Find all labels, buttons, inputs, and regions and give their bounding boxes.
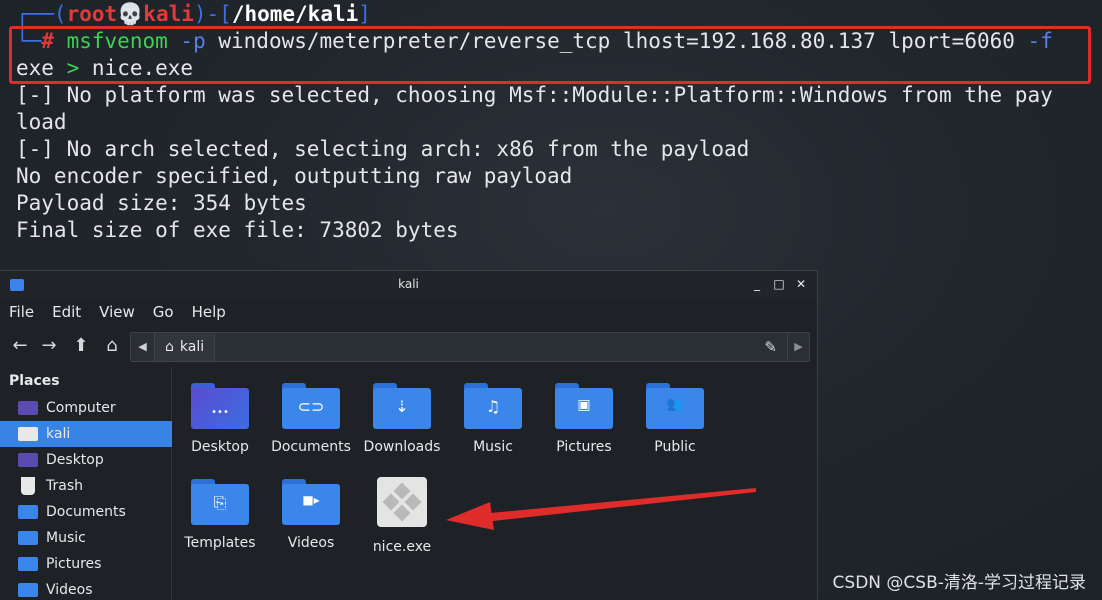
forward-arrow-icon[interactable]: → <box>38 335 60 357</box>
public-folder-icon: 👥 <box>646 383 704 429</box>
home-icon: ⌂ <box>165 339 174 355</box>
terminal-output-line: [-] No arch selected, selecting arch: x8… <box>16 137 750 161</box>
sidebar-item-trash[interactable]: Trash <box>0 473 172 499</box>
trash-icon <box>21 477 35 495</box>
sidebar-item-music[interactable]: Music <box>0 525 172 551</box>
command-highlight-box <box>9 26 1091 84</box>
sidebar-item-pictures[interactable]: Pictures <box>0 551 172 577</box>
sidebar-item-kali[interactable]: kali <box>0 421 172 447</box>
pictures-icon <box>18 557 38 571</box>
sidebar-item-computer[interactable]: Computer <box>0 395 172 421</box>
file-item-pictures[interactable]: ▣ Pictures <box>539 383 629 455</box>
sidebar-item-videos[interactable]: Videos <box>0 577 172 600</box>
home-icon[interactable]: ⌂ <box>101 335 123 357</box>
window-title: kali <box>398 277 419 291</box>
places-sidebar: Places Computer kali Desktop Trash Docum… <box>0 367 172 600</box>
videos-folder-icon: ■▸ <box>282 479 340 525</box>
file-item-music[interactable]: ♫ Music <box>448 383 538 455</box>
desktop-folder-icon: ••• <box>191 383 249 429</box>
downloads-folder-icon: ⇣ <box>373 383 431 429</box>
sidebar-item-desktop[interactable]: Desktop <box>0 447 172 473</box>
menu-edit[interactable]: Edit <box>43 303 90 325</box>
menu-view[interactable]: View <box>90 303 144 325</box>
home-icon <box>18 427 38 441</box>
file-item-documents[interactable]: ⊂⊃ Documents <box>266 383 356 455</box>
file-item-nice-exe[interactable]: nice.exe <box>357 477 447 555</box>
path-segment-kali[interactable]: ⌂ kali <box>155 333 216 361</box>
edit-location-icon[interactable]: ✎ <box>764 338 777 356</box>
terminal-output-line: Final size of exe file: 73802 bytes <box>16 218 459 242</box>
terminal-output-line: No encoder specified, outputting raw pay… <box>16 164 573 188</box>
videos-icon <box>18 583 38 597</box>
path-scroll-left-icon[interactable]: ◀ <box>131 333 155 361</box>
computer-icon <box>18 401 38 415</box>
file-item-videos[interactable]: ■▸ Videos <box>266 479 356 551</box>
sidebar-item-documents[interactable]: Documents <box>0 499 172 525</box>
menu-file[interactable]: File <box>0 303 43 325</box>
music-folder-icon: ♫ <box>464 383 522 429</box>
toolbar: ← → ⬆ ⌂ ◀ ⌂ kali ✎ ▶ <box>0 329 817 365</box>
back-arrow-icon[interactable]: ← <box>9 335 31 357</box>
watermark: CSDN @CSB-清洛-学习过程记录 <box>832 573 1086 593</box>
templates-folder-icon: ⎘ <box>191 479 249 525</box>
terminal-prompt-line: ┌──(root💀kali)-[/home/kali] <box>16 2 371 26</box>
location-bar[interactable]: ◀ ⌂ kali ✎ ▶ <box>130 332 810 362</box>
terminal-output-line: Payload size: 354 bytes <box>16 191 307 215</box>
documents-folder-icon: ⊂⊃ <box>282 383 340 429</box>
file-item-desktop[interactable]: ••• Desktop <box>175 383 265 455</box>
prompt-dir: /home/kali <box>231 2 359 26</box>
file-item-downloads[interactable]: ⇣ Downloads <box>357 383 447 455</box>
close-button[interactable]: ✕ <box>795 277 807 291</box>
pictures-folder-icon: ▣ <box>555 383 613 429</box>
exe-file-icon <box>377 477 427 527</box>
file-item-public[interactable]: 👥 Public <box>630 383 720 455</box>
menu-bar: File Edit View Go Help <box>0 303 235 325</box>
documents-icon <box>18 505 38 519</box>
terminal-output-line: load <box>16 110 67 134</box>
annotation-arrow-icon <box>446 488 756 530</box>
minimize-button[interactable]: _ <box>751 277 763 291</box>
music-icon <box>18 531 38 545</box>
path-scroll-right-icon[interactable]: ▶ <box>787 333 809 361</box>
up-arrow-icon[interactable]: ⬆ <box>70 335 92 357</box>
file-manager-window: kali _ □ ✕ File Edit View Go Help ← → ⬆ … <box>0 270 818 600</box>
desktop-icon <box>18 453 38 467</box>
file-item-templates[interactable]: ⎘ Templates <box>175 479 265 551</box>
menu-help[interactable]: Help <box>183 303 235 325</box>
terminal-output-line: [-] No platform was selected, choosing M… <box>16 83 1053 107</box>
title-bar[interactable]: kali _ □ ✕ <box>0 271 817 299</box>
maximize-button[interactable]: □ <box>773 277 785 291</box>
menu-go[interactable]: Go <box>144 303 183 325</box>
sidebar-heading: Places <box>9 373 60 389</box>
prompt-user: root💀kali <box>66 2 194 26</box>
